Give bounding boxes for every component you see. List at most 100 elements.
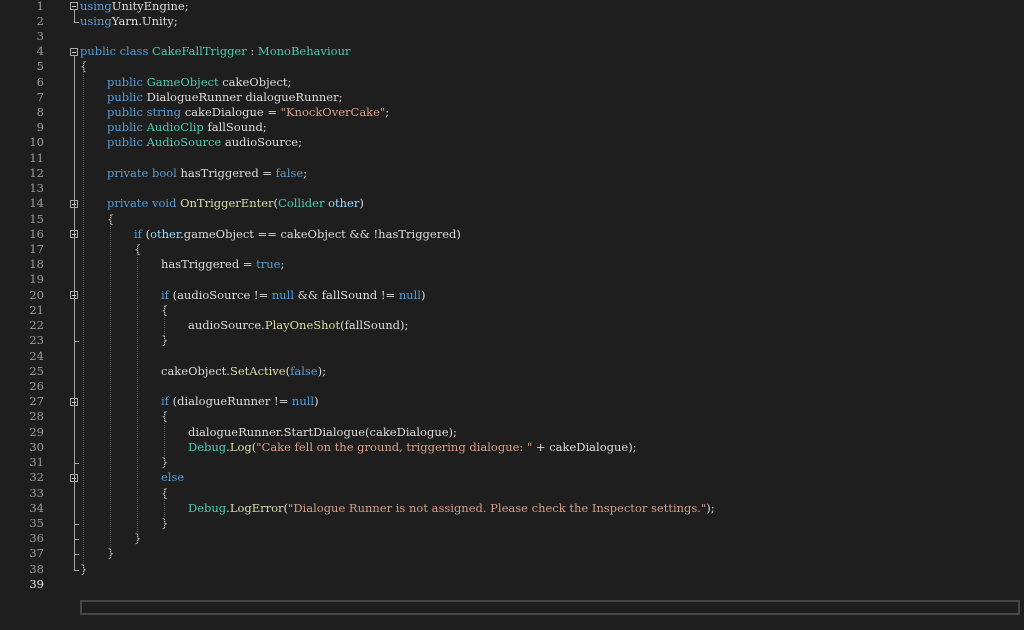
code-line[interactable]: public AudioSource audioSource; xyxy=(107,135,302,150)
code-token: "KnockOverCake" xyxy=(280,105,386,120)
collapse-region-toggle[interactable] xyxy=(70,473,78,482)
code-token: ; xyxy=(303,165,308,180)
code-line[interactable]: if (other.gameObject == cakeObject && !h… xyxy=(134,227,461,242)
code-token: LogError xyxy=(229,500,284,515)
line-number: 27 xyxy=(29,394,44,409)
code-token: ) xyxy=(314,394,319,409)
collapse-region-toggle[interactable] xyxy=(70,230,78,239)
code-line[interactable]: cakeObject.SetActive(false); xyxy=(161,364,326,379)
code-line[interactable]: private bool hasTriggered = false; xyxy=(107,166,307,181)
code-token: fallSound; xyxy=(203,120,267,135)
code-line[interactable]: public DialogueRunner dialogueRunner; xyxy=(107,90,343,105)
line-number: 3 xyxy=(36,28,44,43)
line-number: 39 xyxy=(29,576,44,591)
line-number: 26 xyxy=(29,379,44,393)
code-token: (audioSource != xyxy=(168,287,272,302)
line-number: 28 xyxy=(29,409,44,424)
code-token: OnTriggerEnter xyxy=(180,196,274,211)
line-number: 30 xyxy=(29,439,44,454)
collapse-region-toggle[interactable] xyxy=(70,2,78,11)
code-token: DialogueRunner dialogueRunner; xyxy=(146,89,343,104)
code-line[interactable]: if (dialogueRunner != null) xyxy=(161,394,319,409)
code-token: GameObject xyxy=(146,74,219,89)
outline-bracket-end xyxy=(74,554,79,556)
collapse-region-toggle[interactable] xyxy=(70,47,78,56)
code-token: public xyxy=(107,74,147,89)
code-line[interactable]: if (audioSource != null && fallSound != … xyxy=(161,288,425,303)
code-line[interactable]: private void OnTriggerEnter(Collider oth… xyxy=(107,196,364,211)
outline-bracket-end xyxy=(74,463,79,465)
line-number: 38 xyxy=(29,561,44,576)
code-token: cakeObject. xyxy=(161,363,230,378)
code-token: hasTriggered = xyxy=(161,257,257,272)
indent-guide xyxy=(110,213,111,560)
outline-bracket xyxy=(74,10,75,22)
code-token: if xyxy=(134,226,142,241)
collapse-region-toggle[interactable] xyxy=(70,291,78,300)
line-number: 34 xyxy=(29,500,44,515)
code-token: AudioSource xyxy=(146,135,222,150)
collapse-region-toggle[interactable] xyxy=(70,199,78,208)
code-line[interactable]: usingYarn.Unity; xyxy=(80,14,178,29)
code-token: if xyxy=(161,394,169,409)
collapse-region-toggle[interactable] xyxy=(70,397,78,406)
code-token: else xyxy=(161,470,185,485)
code-line[interactable]: public AudioClip fallSound; xyxy=(107,120,267,135)
code-token: audioSource; xyxy=(221,135,302,150)
code-line[interactable]: public class CakeFallTrigger : MonoBehav… xyxy=(80,44,350,59)
code-token: PlayOneShot xyxy=(264,318,341,333)
code-token: dialogueRunner.StartDialogue(cakeDialogu… xyxy=(188,424,457,439)
current-line-highlight xyxy=(80,600,1020,615)
code-token: public xyxy=(107,89,147,104)
line-number: 7 xyxy=(36,89,44,104)
code-token: null xyxy=(398,287,421,302)
code-token: ) xyxy=(359,196,364,211)
code-token: UnityEngine; xyxy=(111,0,189,13)
code-token: null xyxy=(291,394,315,409)
code-line[interactable]: dialogueRunner.StartDialogue(cakeDialogu… xyxy=(188,425,457,440)
line-number: 16 xyxy=(29,226,44,241)
code-line[interactable]: Debug.LogError("Dialogue Runner is not a… xyxy=(188,501,715,516)
outline-bracket xyxy=(74,405,75,464)
outline-bracket xyxy=(74,481,75,524)
line-number: 5 xyxy=(36,59,44,74)
code-line[interactable]: audioSource.PlayOneShot(fallSound); xyxy=(188,318,408,333)
line-number: 15 xyxy=(29,211,44,226)
code-token: private void xyxy=(107,196,181,211)
code-token: if xyxy=(161,287,169,302)
outline-bracket-end xyxy=(74,523,79,525)
code-token: false xyxy=(275,165,304,180)
code-token: Collider xyxy=(278,196,325,211)
code-line[interactable]: hasTriggered = true; xyxy=(161,257,284,272)
code-line[interactable]: public string cakeDialogue = "KnockOverC… xyxy=(107,105,389,120)
code-token: ; xyxy=(280,257,285,272)
indent-guide xyxy=(164,487,165,529)
code-token: audioSource. xyxy=(188,318,265,333)
code-line[interactable]: Debug.Log("Cake fell on the ground, trig… xyxy=(188,440,637,455)
code-token: public xyxy=(107,135,147,150)
line-number: 21 xyxy=(29,302,44,317)
line-number: 12 xyxy=(29,165,44,180)
code-token: cakeObject; xyxy=(218,74,292,89)
code-line[interactable]: public GameObject cakeObject; xyxy=(107,75,291,90)
line-number: 32 xyxy=(29,470,44,485)
line-number: 11 xyxy=(29,150,44,165)
line-number: 31 xyxy=(29,455,44,470)
code-token: "Cake fell on the ground, triggering dia… xyxy=(256,439,533,454)
indent-guide xyxy=(164,411,165,469)
code-token: AudioClip xyxy=(146,120,204,135)
line-number: 23 xyxy=(29,333,44,348)
code-token: private bool xyxy=(107,165,181,180)
outline-bracket-end xyxy=(74,569,79,571)
code-token: ); xyxy=(317,363,326,378)
code-token: other xyxy=(150,226,181,241)
code-editor[interactable]: 1 usingUnityEngine; 2 usingYarn.Unity; 3 4 pub… xyxy=(0,0,1024,630)
indent-guide xyxy=(164,304,165,347)
code-line[interactable]: else xyxy=(161,470,184,485)
indent-guide xyxy=(83,61,84,575)
line-number: 9 xyxy=(36,120,44,135)
code-line[interactable]: usingUnityEngine; xyxy=(80,0,189,14)
code-token: (dialogueRunner != xyxy=(168,394,292,409)
outline-bracket-end xyxy=(74,21,79,23)
line-number: 35 xyxy=(29,515,44,530)
